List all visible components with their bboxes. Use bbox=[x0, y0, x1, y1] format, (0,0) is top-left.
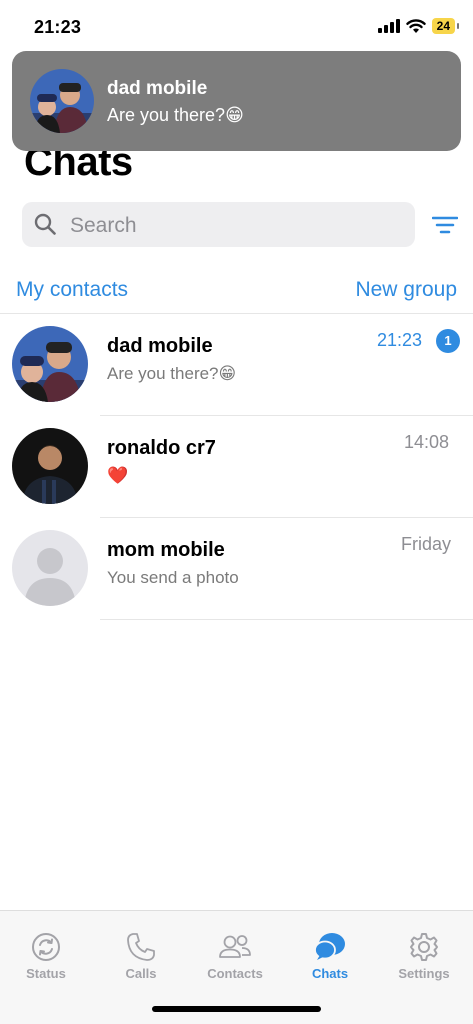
tab-settings[interactable]: Settings bbox=[379, 931, 469, 981]
tab-label: Settings bbox=[398, 966, 450, 981]
status-bar: 21:23 24 bbox=[0, 0, 473, 50]
chat-preview: You send a photo bbox=[107, 568, 239, 587]
notification-banner[interactable]: dad mobile Are you there?😁 bbox=[12, 51, 461, 151]
chat-preview: Are you there?😁 bbox=[107, 364, 237, 383]
chat-name: dad mobile bbox=[107, 335, 213, 357]
status-time: 21:23 bbox=[34, 17, 82, 37]
tab-contacts[interactable]: Contacts bbox=[190, 931, 280, 981]
tab-label: Status bbox=[26, 966, 66, 981]
tab-label: Contacts bbox=[207, 966, 263, 981]
chat-bubbles-icon bbox=[314, 933, 345, 960]
avatar bbox=[12, 428, 88, 504]
tab-label: Calls bbox=[125, 966, 157, 981]
status-icons: 24 bbox=[377, 18, 460, 34]
tab-chats[interactable]: Chats bbox=[285, 931, 375, 981]
search-input[interactable]: Search bbox=[22, 202, 415, 247]
avatar bbox=[30, 69, 94, 133]
unread-badge: 1 bbox=[436, 329, 460, 353]
status-icon bbox=[32, 933, 60, 961]
avatar bbox=[12, 326, 88, 402]
search-icon bbox=[34, 213, 56, 235]
divider bbox=[100, 619, 473, 620]
search-placeholder: Search bbox=[70, 214, 137, 237]
tab-label: Chats bbox=[311, 966, 349, 981]
tab-calls[interactable]: Calls bbox=[96, 931, 186, 981]
chat-row-ronaldo-cr7[interactable]: ronaldo cr7 ❤️ 14:08 bbox=[0, 416, 473, 518]
chat-preview: ❤️ bbox=[107, 466, 129, 485]
chat-time: 14:08 bbox=[404, 432, 450, 452]
chat-time: 21:23 bbox=[377, 330, 423, 350]
chat-row-dad-mobile[interactable]: dad mobile Are you there?😁 21:23 1 bbox=[0, 314, 473, 416]
cellular-signal-icon bbox=[377, 19, 400, 33]
tab-status[interactable]: Status bbox=[1, 931, 91, 981]
phone-icon bbox=[127, 933, 155, 961]
avatar-placeholder-icon bbox=[12, 530, 88, 606]
chat-name: ronaldo cr7 bbox=[107, 437, 216, 459]
home-indicator[interactable] bbox=[152, 1006, 321, 1012]
chat-row-mom-mobile[interactable]: mom mobile You send a photo Friday bbox=[0, 518, 473, 620]
chat-time: Friday bbox=[401, 534, 452, 554]
chat-name: mom mobile bbox=[107, 539, 225, 561]
notification-sender: dad mobile bbox=[107, 78, 208, 99]
wifi-icon bbox=[405, 18, 426, 33]
gear-icon bbox=[410, 933, 438, 961]
notification-message: Are you there?😁 bbox=[107, 105, 244, 125]
contacts-icon bbox=[219, 935, 251, 958]
battery-icon: 24 bbox=[431, 18, 460, 34]
my-contacts-link[interactable]: My contacts bbox=[16, 278, 128, 302]
filter-icon[interactable] bbox=[432, 213, 458, 237]
new-group-link[interactable]: New group bbox=[355, 278, 457, 302]
